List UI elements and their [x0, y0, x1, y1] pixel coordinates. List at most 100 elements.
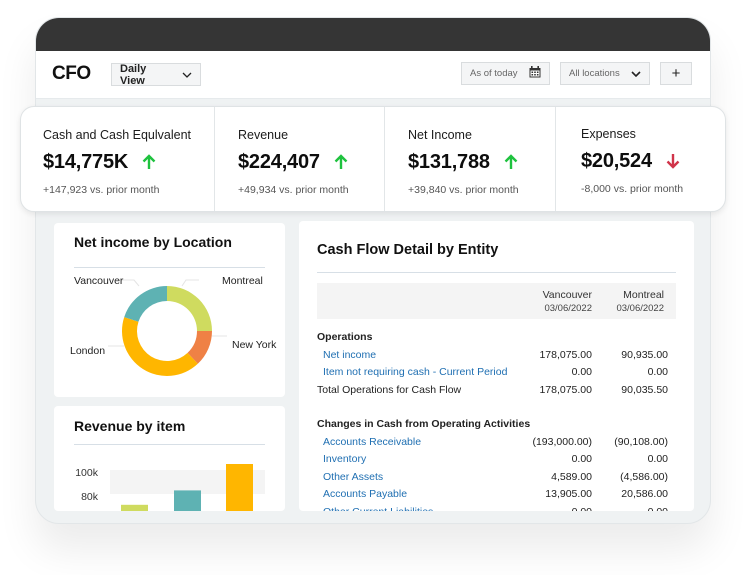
bar-2[interactable] [174, 490, 201, 511]
montreal-value: (4,586.00) [620, 470, 668, 483]
kpi-value: $224,407 [238, 150, 320, 173]
column-name: Montreal [623, 289, 664, 301]
section-header-row: Changes in Cash from Operating Activitie… [317, 416, 676, 434]
kpi-cash[interactable]: Cash and Cash Equlvalent $14,775K +147,9… [21, 107, 215, 211]
kpi-strip: Cash and Cash Equlvalent $14,775K +147,9… [20, 106, 726, 212]
account-link[interactable]: Net income [323, 349, 376, 361]
chevron-down-icon [182, 72, 192, 78]
montreal-value: 20,586.00 [621, 488, 668, 500]
calendar-icon [529, 66, 541, 81]
kpi-delta: +147,923 vs. prior month [43, 184, 160, 196]
page-title: CFO [52, 63, 91, 84]
row-label: Total Operations for Cash Flow [317, 383, 462, 396]
total-row: Total Operations for Cash Flow 178,075.00… [317, 382, 676, 400]
montreal-value: 90,035.50 [621, 383, 668, 396]
vancouver-value: 0.00 [572, 506, 592, 512]
vancouver-value: 4,589.00 [551, 470, 592, 483]
location-select-label: All locations [569, 68, 620, 79]
ytick-label: 100k [75, 467, 99, 479]
bar-1[interactable] [121, 504, 148, 511]
arrow-up-icon [334, 154, 348, 170]
label-vancouver: Vancouver [74, 275, 124, 287]
view-select[interactable]: Daily View [111, 62, 201, 87]
montreal-value: 0.00 [648, 506, 668, 512]
kpi-value: $131,788 [408, 150, 490, 173]
table-row[interactable]: Inventory 0.00 0.00 [317, 451, 676, 469]
row-label: Changes in Cash from Operating Activitie… [317, 418, 531, 430]
date-picker-label: As of today [470, 68, 518, 79]
kpi-value: $14,775K [43, 150, 129, 173]
column-header-vancouver: Vancouver 03/06/2022 [543, 288, 592, 316]
column-name: Vancouver [542, 289, 592, 301]
montreal-value: 90,935.00 [621, 348, 668, 361]
kpi-label: Revenue [238, 128, 289, 142]
plus-icon: + [671, 65, 681, 82]
arrow-down-icon [666, 153, 680, 169]
bar-chart: 100k 80k [75, 464, 265, 511]
account-link[interactable]: Item not requiring cash - Current Period [323, 366, 507, 378]
donut-slice-vancouver[interactable] [124, 286, 167, 322]
table-header: Vancouver 03/06/2022 Montreal 03/06/2022 [317, 283, 676, 319]
table-row[interactable]: Accounts Receivable (193,000.00) (90,108.0… [317, 434, 676, 452]
chevron-down-icon [631, 70, 641, 77]
kpi-delta: -8,000 vs. prior month [581, 183, 684, 195]
label-new-york: New York [232, 339, 277, 351]
cash-flow-table: Operations Net income 178,075.00 90,935.00 I… [317, 329, 676, 511]
divider [317, 272, 676, 273]
kpi-revenue[interactable]: Revenue $224,407 +49,934 vs. prior month [215, 107, 385, 211]
table-row[interactable]: Other Current Liabilities 0.00 0.00 [317, 504, 676, 512]
table-row[interactable]: Net income 178,075.00 90,935.00 [317, 347, 676, 365]
kpi-label: Expenses [581, 127, 636, 141]
kpi-label: Net Income [408, 128, 472, 142]
column-date: 03/06/2022 [616, 303, 664, 314]
table-row[interactable]: Item not requiring cash - Current Period… [317, 364, 676, 382]
section-header-row: Operations [317, 329, 676, 347]
kpi-value: $20,524 [581, 149, 652, 172]
label-london: London [70, 345, 105, 357]
row-label: Operations [317, 331, 373, 343]
table-row[interactable]: Accounts Payable 13,905.00 20,586.00 [317, 486, 676, 504]
montreal-value: 0.00 [647, 366, 668, 378]
vancouver-value: 13,905.00 [545, 488, 592, 500]
dashboard-window: CFO Daily View As of today All locations… [35, 17, 711, 524]
vancouver-value: 0.00 [571, 366, 592, 378]
add-button[interactable]: + [660, 62, 692, 85]
ytick-label: 80k [81, 491, 99, 503]
donut-chart: Vancouver Montreal New York London [70, 275, 277, 376]
date-picker-button[interactable]: As of today [461, 62, 550, 85]
kpi-label: Cash and Cash Equlvalent [43, 128, 192, 142]
montreal-value: (90,108.00) [614, 435, 668, 448]
view-select-label: Daily View [120, 62, 147, 87]
kpi-delta: +39,840 vs. prior month [408, 184, 519, 196]
card-title: Cash Flow Detail by Entity [317, 242, 499, 258]
revenue-by-item-card: Revenue by item 100k 80k [54, 406, 285, 511]
arrow-up-icon [504, 154, 518, 170]
vancouver-value: 178,075.00 [539, 383, 592, 396]
window-top-bar [36, 18, 710, 51]
kpi-net-income[interactable]: Net Income $131,788 +39,840 vs. prior mo… [385, 107, 556, 211]
donut-slice-montreal[interactable] [167, 286, 212, 331]
account-link[interactable]: Other Current Liabilities [323, 506, 433, 512]
row-spacer [317, 399, 676, 416]
column-date: 03/06/2022 [544, 303, 592, 314]
cash-flow-card: Cash Flow Detail by Entity Vancouver 03/… [299, 221, 694, 511]
kpi-expenses[interactable]: Expenses $20,524 -8,000 vs. prior month [556, 107, 725, 211]
bar-3[interactable] [226, 464, 253, 511]
kpi-delta: +49,934 vs. prior month [238, 184, 349, 196]
account-link[interactable]: Accounts Payable [323, 488, 407, 500]
vancouver-value: 0.00 [571, 453, 592, 465]
header-bar: CFO Daily View As of today All locations… [36, 51, 710, 99]
account-link[interactable]: Other Assets [323, 471, 383, 483]
column-header-montreal: Montreal 03/06/2022 [616, 288, 664, 316]
label-montreal: Montreal [222, 275, 263, 287]
location-select[interactable]: All locations [560, 62, 650, 85]
vancouver-value: (193,000.00) [532, 435, 592, 448]
montreal-value: 0.00 [647, 453, 668, 465]
vancouver-value: 178,075.00 [539, 348, 592, 361]
account-link[interactable]: Inventory [323, 453, 366, 465]
account-link[interactable]: Accounts Receivable [323, 436, 421, 448]
net-income-by-location-card: Net income by Location Vancouver Montrea… [54, 223, 285, 397]
arrow-up-icon [142, 154, 156, 170]
table-row[interactable]: Other Assets 4,589.00 (4,586.00) [317, 469, 676, 487]
donut-slice-london[interactable] [121, 317, 198, 376]
